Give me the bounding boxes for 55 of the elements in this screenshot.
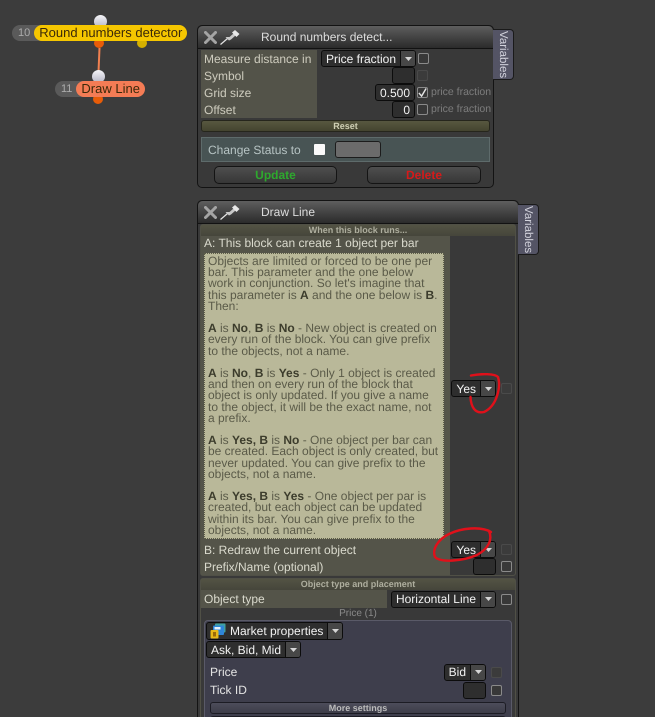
block-node[interactable]: Draw Line	[76, 81, 145, 97]
parameter-label: Object type	[201, 590, 387, 608]
window-title: Round numbers detect...	[261, 29, 392, 46]
input-field[interactable]	[392, 67, 415, 84]
unit-label: price fraction	[431, 103, 492, 116]
section-header[interactable]: Object type and placement	[201, 579, 515, 590]
parameter-label: Prefix/Name (optional)	[201, 558, 450, 576]
status-label: Change Status to	[208, 142, 301, 158]
checkmark-icon	[418, 88, 427, 97]
checkbox[interactable]	[418, 53, 430, 64]
dropdown[interactable]: Price fraction	[321, 50, 416, 67]
parameter-label: A: This block can create 1 object per bar	[203, 236, 420, 251]
variables-tab[interactable]: Variables	[493, 29, 514, 80]
more-settings-button[interactable]: More settings	[210, 702, 506, 714]
parameter-label: Grid size	[201, 84, 317, 101]
help-paragraph: Objects are limited or forced to be one per bar. This parameter and the one below work in conjunction. So let's imagine that this parameter is A and the one below is B. Then:	[208, 256, 438, 312]
pushpin-icon[interactable]	[220, 204, 240, 220]
dropdown[interactable]: Bid	[444, 664, 486, 681]
parameter-label: Offset	[201, 101, 317, 118]
dropdown[interactable]: Yes	[451, 380, 496, 397]
checkbox[interactable]	[501, 561, 512, 572]
block-node[interactable]: Round numbers detector	[34, 25, 188, 41]
parameter-label: B: Redraw the current object	[201, 541, 450, 558]
help-paragraph: A is No, B is Yes - Only 1 object is created and then on every run of the block that object is only updated. If you give a name to the object, it will be the exact name, not a prefix.	[208, 368, 436, 424]
parameter-label: Measure distance in	[201, 50, 317, 67]
pushpin-icon[interactable]	[220, 30, 240, 44]
close-icon[interactable]	[204, 206, 217, 218]
checkbox[interactable]	[417, 104, 428, 115]
reset-button[interactable]: Reset	[201, 120, 490, 132]
input-field[interactable]: 0	[392, 101, 415, 118]
input-field[interactable]: 0.500	[374, 84, 415, 101]
parameter-label: Symbol	[201, 67, 317, 84]
dropdown[interactable]: Horizontal Line	[390, 590, 496, 608]
input-field[interactable]	[473, 558, 496, 576]
help-paragraph: A is Yes, B is Yes - One object per par is created, but each object can be updated within its bar. You can give prefix to the objects, not a name.	[208, 491, 428, 536]
section-header[interactable]: When this block runs...	[201, 225, 515, 236]
help-paragraph: A is Yes, B is No - One object per bar can be created. Each object is only created, but never updated. You can give prefix to the objects, not a name.	[208, 435, 440, 480]
dropdown[interactable]: Yes	[451, 541, 496, 558]
unit-label: price fraction	[431, 86, 492, 99]
help-paragraph: A is No, B is No - New object is created on every run of the block. You can give prefix to the objects, not a name.	[208, 323, 438, 357]
window-title: Draw Line	[261, 204, 316, 221]
status-field[interactable]	[334, 141, 381, 158]
dropdown[interactable]: Ask, Bid, Mid	[206, 641, 302, 658]
checkbox[interactable]	[314, 144, 325, 155]
variables-tab[interactable]: Variables	[518, 204, 539, 256]
group-caption: Price (1)	[339, 609, 377, 620]
parameter-label: Tick ID	[210, 682, 247, 700]
checkbox[interactable]	[491, 684, 502, 696]
connector-line	[97, 48, 101, 72]
parameter-label: Price	[210, 664, 238, 682]
close-icon[interactable]	[204, 30, 217, 44]
checkbox[interactable]	[501, 594, 512, 605]
input-field[interactable]	[463, 682, 486, 699]
checkbox[interactable]	[417, 87, 428, 98]
dropdown[interactable]: Market properties	[206, 622, 344, 640]
